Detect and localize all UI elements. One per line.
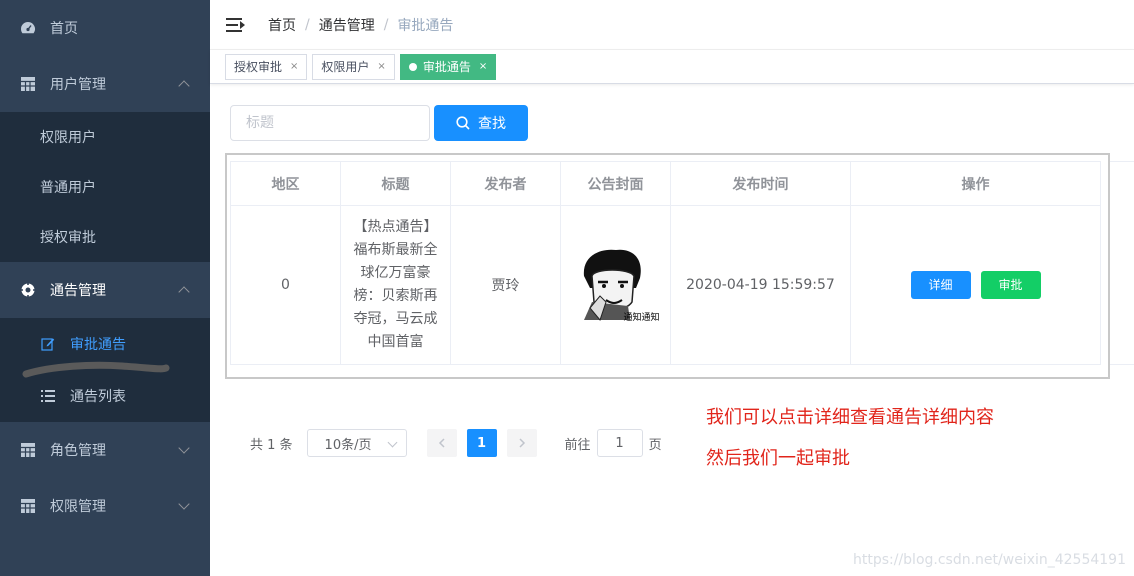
dashboard-icon bbox=[20, 20, 36, 36]
page-size-select[interactable]: 10条/页 bbox=[306, 429, 407, 457]
active-dot-icon bbox=[408, 62, 417, 71]
search-button[interactable]: 查找 bbox=[434, 105, 528, 141]
table-edge-line bbox=[1110, 364, 1134, 365]
sidebar-item-label: 角色管理 bbox=[50, 443, 106, 459]
sidebar: 首页 用户管理 权限用户 普通用户 授权审批 通告管理 审批通告 通告列表 角色… bbox=[0, 0, 210, 576]
breadcrumb-separator: / bbox=[383, 16, 389, 33]
chevron-left-icon bbox=[438, 438, 445, 448]
breadcrumb-separator: / bbox=[305, 16, 310, 33]
sidebar-item-authorization-approval[interactable]: 授权审批 bbox=[0, 212, 210, 262]
sidebar-item-label: 授权审批 bbox=[40, 230, 96, 246]
sidebar-item-label: 通告管理 bbox=[50, 283, 106, 299]
breadcrumb-notice-management[interactable]: 通告管理 bbox=[319, 15, 375, 35]
breadcrumb: 首页 / 通告管理 / 审批通告 bbox=[268, 15, 453, 35]
pagination: 共 1 条 10条/页 1 前往 页 bbox=[250, 429, 662, 457]
table-icon bbox=[20, 442, 36, 458]
breadcrumb-current: 审批通告 bbox=[397, 17, 454, 34]
search-button-label: 查找 bbox=[478, 116, 506, 132]
page-size-value: 10条/页 bbox=[324, 437, 372, 453]
tag-label: 审批通告 bbox=[422, 60, 471, 74]
sidebar-item-notice-management[interactable]: 通告管理 bbox=[0, 262, 210, 318]
sidebar-item-label: 首页 bbox=[50, 21, 78, 37]
sidebar-item-permission-management[interactable]: 权限管理 bbox=[0, 478, 210, 534]
page-total: 共 1 条 bbox=[250, 437, 293, 453]
goto-page: 前往 页 bbox=[565, 429, 662, 457]
table-icon bbox=[20, 498, 36, 514]
sidebar-item-label: 用户管理 bbox=[50, 77, 106, 93]
table-edge-line bbox=[1110, 161, 1134, 162]
goto-prefix: 前往 bbox=[564, 437, 591, 453]
chevron-down-icon bbox=[178, 442, 190, 454]
title-search-input[interactable] bbox=[230, 105, 430, 141]
chevron-right-icon bbox=[519, 438, 525, 448]
sidebar-item-label: 普通用户 bbox=[40, 180, 96, 196]
close-icon[interactable]: × bbox=[290, 61, 298, 72]
sidebar-item-role-management[interactable]: 角色管理 bbox=[0, 422, 210, 478]
list-icon bbox=[40, 388, 56, 404]
tag-label: 权限用户 bbox=[321, 60, 370, 74]
chevron-up-icon bbox=[178, 286, 190, 298]
chevron-up-icon bbox=[178, 80, 190, 92]
page-number[interactable]: 1 bbox=[466, 429, 497, 457]
goto-page-input[interactable] bbox=[596, 429, 643, 457]
prev-page-button[interactable] bbox=[426, 429, 457, 457]
tag-label: 授权审批 bbox=[234, 60, 283, 74]
breadcrumb-home[interactable]: 首页 bbox=[268, 15, 296, 35]
sidebar-item-label: 权限用户 bbox=[40, 130, 96, 146]
search-icon bbox=[456, 116, 470, 130]
tag-approve-notice[interactable]: 审批通告 × bbox=[399, 53, 497, 80]
close-icon[interactable]: × bbox=[479, 61, 487, 72]
chevron-down-icon bbox=[178, 498, 190, 510]
highlight-frame bbox=[225, 153, 1110, 379]
annotation-text: 然后我们一起审批 bbox=[706, 448, 850, 469]
sidebar-item-label: 审批通告 bbox=[70, 337, 126, 353]
edit-icon bbox=[40, 336, 56, 352]
hamburger-icon[interactable] bbox=[226, 17, 246, 33]
navbar: 首页 / 通告管理 / 审批通告 bbox=[210, 0, 1134, 50]
scribble-mark bbox=[22, 361, 170, 378]
close-icon[interactable]: × bbox=[377, 61, 385, 72]
table-icon bbox=[20, 76, 36, 92]
gear-icon bbox=[20, 282, 36, 298]
sidebar-item-privileged-users[interactable]: 权限用户 bbox=[0, 112, 210, 162]
sidebar-item-label: 权限管理 bbox=[50, 499, 106, 515]
chevron-down-icon bbox=[387, 437, 397, 448]
next-page-button[interactable] bbox=[506, 429, 537, 457]
tag-privileged-users[interactable]: 权限用户 × bbox=[312, 53, 395, 80]
goto-suffix: 页 bbox=[648, 437, 662, 453]
annotation-text: 我们可以点击详细查看通告详细内容 bbox=[706, 407, 994, 428]
sidebar-item-user-management[interactable]: 用户管理 bbox=[0, 56, 210, 112]
tags-view: 授权审批 × 权限用户 × 审批通告 × bbox=[210, 50, 1134, 84]
watermark: https://blog.csdn.net/weixin_42554191 bbox=[852, 552, 1126, 568]
sidebar-item-normal-users[interactable]: 普通用户 bbox=[0, 162, 210, 212]
sidebar-item-label: 通告列表 bbox=[70, 389, 126, 405]
sidebar-item-home[interactable]: 首页 bbox=[0, 0, 210, 56]
tag-authorization-approval[interactable]: 授权审批 × bbox=[225, 53, 308, 80]
